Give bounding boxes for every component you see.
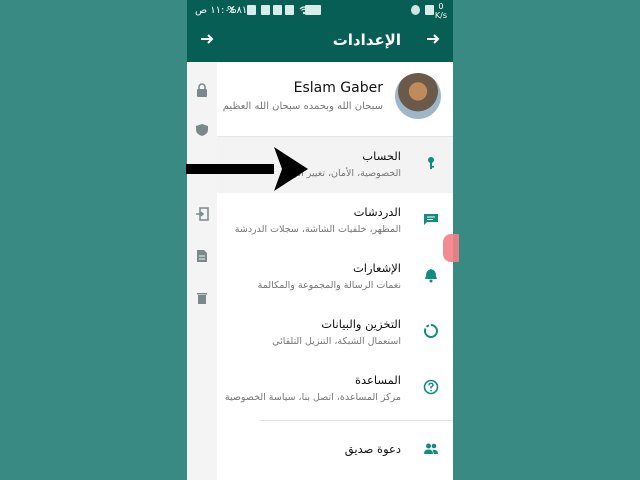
settings-item-help[interactable]: المساعدة مركز المساعدة، اتصل بنا، سياسة …: [217, 361, 453, 417]
app-bar: الإعدادات: [187, 22, 453, 62]
lock-icon[interactable]: [195, 82, 209, 97]
cast-icon: [305, 5, 316, 15]
data-icon: [285, 5, 294, 15]
key-icon: [423, 155, 439, 171]
floating-edge-handle[interactable]: [443, 234, 459, 262]
settings-item-title: المساعدة: [354, 373, 401, 387]
signal-icon-2: [273, 5, 282, 15]
profile-name: Eslam Gaber: [293, 80, 383, 96]
profile-row[interactable]: Eslam Gaber سبحان الله وبحمده سبحان الله…: [217, 62, 453, 137]
page-title: الإعدادات: [332, 31, 401, 49]
logout-icon[interactable]: [195, 206, 209, 221]
people-icon: [423, 441, 439, 457]
settings-item-subtitle: استعمال الشبكة، التنزيل التلقائي: [272, 336, 401, 347]
settings-item-title: الحساب: [362, 149, 401, 163]
trash-icon[interactable]: [195, 290, 209, 304]
phone-screen: ١١:٠٤ ص %٨١ 0 K/s الإعدادات Eslam Gaber …: [187, 0, 453, 480]
privacy-side-panel: [187, 62, 217, 480]
back-arrow-icon[interactable]: [425, 28, 441, 52]
shield-icon[interactable]: [195, 122, 209, 136]
network-speed: 0 K/s: [434, 2, 447, 20]
status-bar: ١١:٠٤ ص %٨١ 0 K/s: [187, 0, 453, 22]
avatar[interactable]: [395, 73, 441, 119]
help-icon: [423, 379, 439, 395]
line-app-icon: [411, 5, 420, 15]
settings-item-chats[interactable]: الدردشات المظهر، خلفيات الشاشة، سجلات ال…: [217, 193, 453, 249]
settings-item-subtitle: المظهر، خلفيات الشاشة، سجلات الدردشة: [234, 224, 401, 235]
annotation-arrow-icon: [186, 147, 308, 191]
settings-item-notifications[interactable]: الإشعارات نغمات الرسالة والمجموعة والمكا…: [217, 249, 453, 305]
settings-item-title: دعوة صديق: [344, 442, 401, 456]
forward-arrow-icon[interactable]: [199, 28, 215, 52]
battery-level: %٨١: [227, 5, 248, 16]
settings-item-title: الدردشات: [353, 205, 401, 219]
settings-item-subtitle: مركز المساعدة، اتصل بنا، سياسة الخصوصية: [224, 392, 401, 403]
settings-item-invite[interactable]: دعوة صديق: [217, 422, 453, 478]
divider: [259, 420, 453, 421]
battery-icon: [247, 5, 256, 15]
settings-item-subtitle: نغمات الرسالة والمجموعة والمكالمة: [257, 280, 401, 291]
document-icon[interactable]: [195, 248, 209, 262]
gallery-icon: [425, 5, 434, 15]
settings-item-title: الإشعارات: [352, 261, 401, 275]
settings-item-storage[interactable]: التخزين والبيانات استعمال الشبكة، التنزي…: [217, 305, 453, 361]
chat-icon: [423, 211, 439, 227]
profile-status: سبحان الله وبحمده سبحان الله العظيم: [222, 101, 383, 112]
storage-circle-icon: [423, 323, 439, 339]
signal-icon: [261, 5, 270, 15]
bell-icon: [423, 267, 439, 283]
settings-item-title: التخزين والبيانات: [321, 317, 401, 331]
